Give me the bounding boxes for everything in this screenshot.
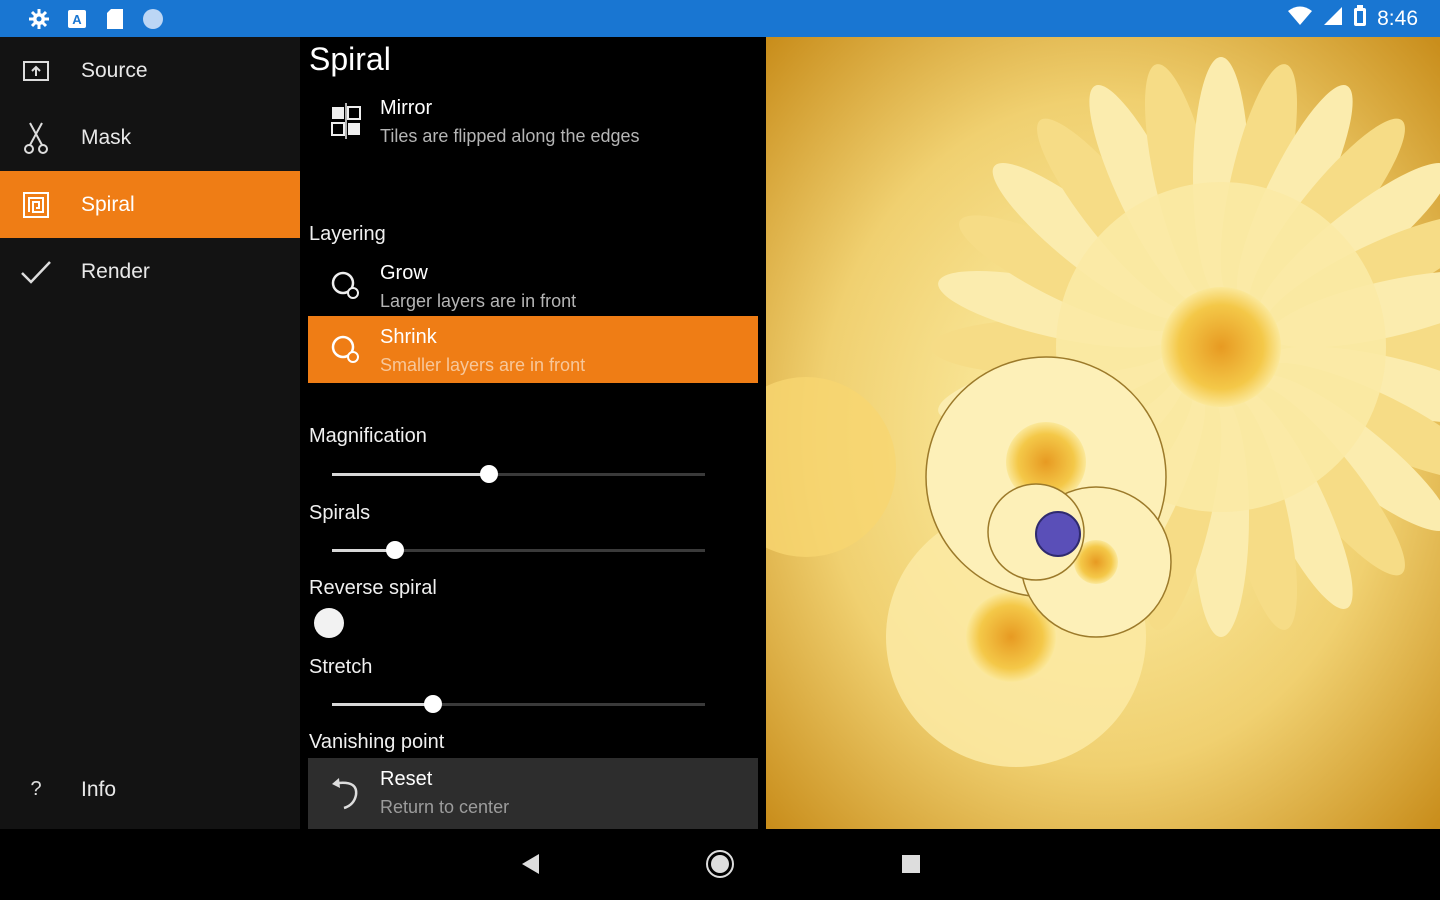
page-title: Spiral: [309, 41, 391, 77]
scissors-icon: [18, 120, 54, 156]
spirals-slider[interactable]: [332, 535, 705, 565]
app-a-icon: A: [66, 8, 88, 30]
sidebar-item-label: Info: [81, 777, 117, 801]
magnification-label: Magnification: [309, 425, 427, 447]
layering-label: Layering: [309, 223, 386, 245]
option-title: Reset: [380, 768, 433, 790]
grow-option[interactable]: Grow Larger layers are in front: [308, 252, 758, 319]
spiral-icon: [18, 187, 54, 223]
spirals-label: Spirals: [309, 502, 371, 524]
svg-text:A: A: [72, 12, 82, 27]
option-title: Grow: [380, 262, 428, 284]
clock: 8:46: [1377, 6, 1418, 30]
magnification-slider[interactable]: [332, 459, 705, 489]
wifi-icon: [1287, 6, 1313, 32]
slider-thumb[interactable]: [423, 695, 442, 713]
source-icon: [18, 53, 54, 89]
option-subtitle: Larger layers are in front: [380, 291, 577, 311]
vanishing-point-label: Vanishing point: [309, 731, 445, 753]
stretch-slider[interactable]: [332, 689, 705, 719]
home-button[interactable]: [705, 849, 735, 879]
sidebar: Source Mask Spiral Render ? Info: [0, 37, 300, 829]
mirror-icon: [328, 103, 364, 139]
sidebar-item-info[interactable]: ? Info: [0, 756, 300, 823]
sidebar-item-source[interactable]: Source: [0, 37, 300, 104]
vanishing-point-marker: [1035, 511, 1081, 557]
system-nav-bar: [0, 829, 1440, 900]
stretch-label: Stretch: [309, 656, 373, 678]
recents-button[interactable]: [896, 849, 926, 879]
flower-spiral-image: [766, 37, 1440, 829]
spiral-preview-image[interactable]: [766, 37, 1440, 829]
back-button[interactable]: [515, 849, 545, 879]
reverse-spiral-label: Reverse spiral: [309, 577, 437, 599]
option-subtitle: Tiles are flipped along the edges: [380, 126, 640, 146]
reset-button[interactable]: Reset Return to center: [308, 758, 758, 829]
option-subtitle: Return to center: [380, 797, 510, 817]
slider-fill: [332, 473, 489, 476]
option-subtitle: Smaller layers are in front: [380, 355, 586, 375]
sidebar-item-spiral[interactable]: Spiral: [0, 171, 300, 238]
slider-thumb[interactable]: [479, 465, 498, 483]
settings-icon: [28, 8, 50, 30]
status-bar: A 8:46: [0, 0, 1440, 37]
sidebar-item-label: Spiral: [81, 192, 135, 216]
check-icon: [18, 254, 54, 290]
option-title: Shrink: [380, 326, 437, 348]
undo-icon: [328, 775, 364, 811]
shrink-icon: [328, 332, 364, 368]
reverse-spiral-toggle[interactable]: [314, 608, 344, 638]
shrink-option[interactable]: Shrink Smaller layers are in front: [308, 316, 758, 383]
slider-thumb[interactable]: [386, 541, 405, 559]
sidebar-item-label: Render: [81, 259, 150, 283]
sidebar-item-mask[interactable]: Mask: [0, 104, 300, 171]
battery-icon: [1353, 4, 1367, 33]
option-title: Mirror: [380, 97, 433, 119]
sd-card-icon: [104, 8, 126, 30]
sidebar-item-label: Source: [81, 58, 148, 82]
sidebar-item-label: Mask: [81, 125, 132, 149]
slider-fill: [332, 703, 433, 706]
settings-panel: Spiral Mirror Tiles are flipped along th…: [300, 37, 766, 829]
circle-icon: [142, 8, 164, 30]
help-icon: ?: [30, 778, 42, 800]
sidebar-item-render[interactable]: Render: [0, 238, 300, 305]
mirror-option[interactable]: Mirror Tiles are flipped along the edges: [308, 87, 758, 154]
signal-icon: [1323, 6, 1343, 32]
grow-icon: [328, 268, 364, 304]
